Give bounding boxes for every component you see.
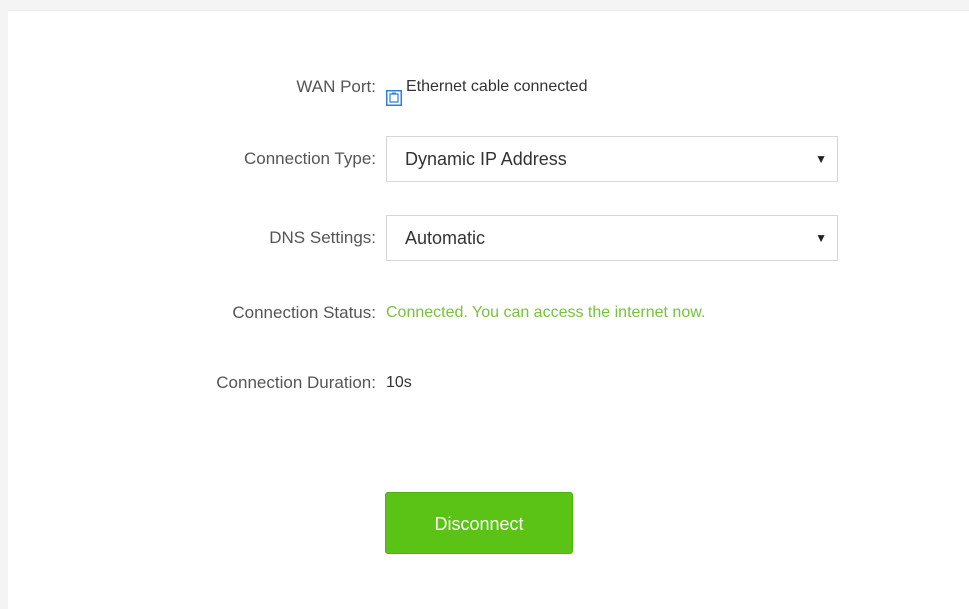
disconnect-button[interactable]: Disconnect <box>385 492 573 554</box>
dns-settings-label: DNS Settings: <box>269 228 376 247</box>
ethernet-port-icon <box>386 79 402 106</box>
dropdown-arrow-icon: ▼ <box>815 231 827 245</box>
connection-duration-label: Connection Duration: <box>216 373 376 392</box>
wan-port-status-text: Ethernet cable connected <box>406 78 588 95</box>
dns-settings-row: DNS Settings: Automatic ▼ <box>8 215 969 261</box>
connection-type-select[interactable]: Dynamic IP Address ▼ <box>386 136 838 182</box>
connection-type-selected: Dynamic IP Address <box>405 149 567 169</box>
dns-settings-selected: Automatic <box>405 228 486 248</box>
wan-port-row: WAN Port: Ethernet cable connected <box>8 64 969 110</box>
dns-settings-select[interactable]: Automatic ▼ <box>386 215 838 261</box>
wan-port-label: WAN Port: <box>296 77 376 96</box>
connection-type-label: Connection Type: <box>244 149 376 168</box>
connection-type-row: Connection Type: Dynamic IP Address ▼ <box>8 136 969 182</box>
connection-status-value: Connected. You can access the internet n… <box>386 304 706 321</box>
connection-duration-value: 10s <box>386 374 412 391</box>
connection-status-row: Connection Status: Connected. You can ac… <box>8 290 969 336</box>
connection-status-label: Connection Status: <box>232 303 376 322</box>
connection-duration-row: Connection Duration: 10s <box>8 360 969 406</box>
wan-settings-panel: WAN Port: Ethernet cable connected Conne… <box>8 10 969 609</box>
wan-port-value: Ethernet cable connected <box>386 64 587 110</box>
dropdown-arrow-icon: ▼ <box>815 152 827 166</box>
